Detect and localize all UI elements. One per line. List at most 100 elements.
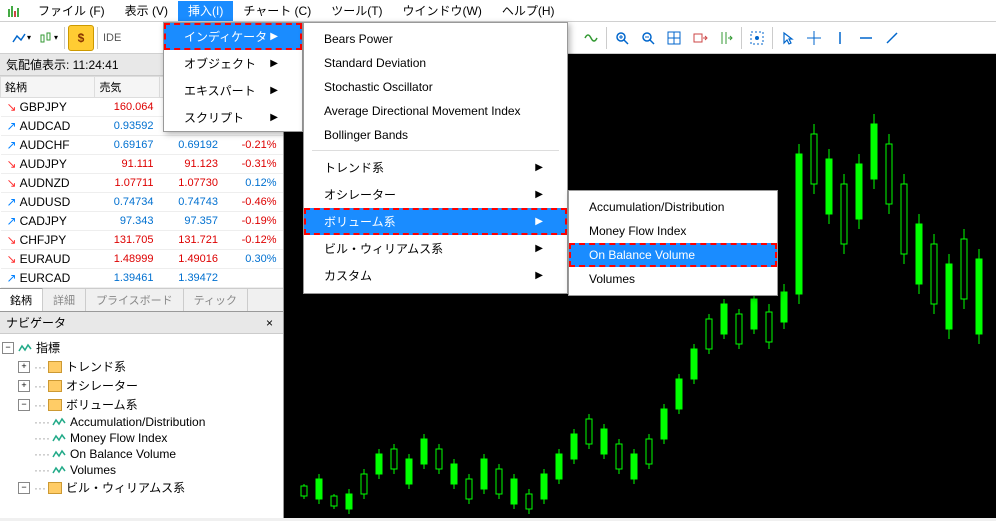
zoom-in-icon[interactable] <box>609 25 635 51</box>
chevron-right-icon: ▶ <box>535 162 543 173</box>
tree-leaf[interactable]: ····Money Flow Index <box>2 430 281 446</box>
folder-icon <box>48 482 62 494</box>
menu-item[interactable]: Bollinger Bands <box>304 123 567 147</box>
menu-2[interactable]: 挿入(I) <box>178 1 233 21</box>
grid-icon[interactable] <box>661 25 687 51</box>
chevron-right-icon: ▶ <box>270 58 278 69</box>
ide-button[interactable]: IDE <box>101 32 123 44</box>
navigator-tree: −指標+···トレンド系+···オシレーター−···ボリューム系····Accu… <box>0 334 283 518</box>
tree-root[interactable]: −指標 <box>2 338 281 357</box>
indicator-icon <box>52 449 66 459</box>
insert-menu: インディケータ▶オブジェクト▶エキスパート▶スクリプト▶ <box>163 22 303 132</box>
menu-6[interactable]: ヘルプ(H) <box>492 1 565 21</box>
tree-folder[interactable]: −···ボリューム系 <box>2 395 281 414</box>
menu-item[interactable]: Stochastic Oscillator <box>304 75 567 99</box>
menu-item[interactable]: カスタム▶ <box>304 262 567 289</box>
column-header[interactable]: 売気 <box>95 77 160 98</box>
indicator-icon <box>52 465 66 475</box>
collapse-icon[interactable]: − <box>18 399 30 411</box>
folder-icon <box>48 399 62 411</box>
menu-item[interactable]: Average Directional Movement Index <box>304 99 567 123</box>
cursor-icon[interactable] <box>775 25 801 51</box>
menu-item[interactable]: Volumes <box>569 267 777 291</box>
indicator-icon <box>52 433 66 443</box>
menu-1[interactable]: 表示 (V) <box>115 1 178 21</box>
shift-icon[interactable] <box>687 25 713 51</box>
menu-0[interactable]: ファイル (F) <box>28 1 115 21</box>
indicator-icon <box>52 417 66 427</box>
navigator-header: ナビゲータ × <box>0 312 283 334</box>
chart-line-icon[interactable]: ▾ <box>8 25 34 51</box>
hline-icon[interactable] <box>853 25 879 51</box>
menu-item[interactable]: オシレーター▶ <box>304 181 567 208</box>
table-row[interactable]: ↗ AUDUSD0.747340.74743-0.46% <box>1 193 283 212</box>
crosshair-icon[interactable] <box>801 25 827 51</box>
expand-icon[interactable]: + <box>18 361 30 373</box>
arrow-down-icon: ↘ <box>7 100 17 114</box>
tree-leaf[interactable]: ····On Balance Volume <box>2 446 281 462</box>
object-select-icon[interactable] <box>744 25 770 51</box>
tree-folder[interactable]: −···ビル・ウィリアムス系 <box>2 478 281 497</box>
tab[interactable]: 銘柄 <box>0 288 43 311</box>
vline-icon[interactable] <box>827 25 853 51</box>
quotes-title: 気配値表示: 11:24:41 <box>6 56 119 73</box>
tree-leaf[interactable]: ····Accumulation/Distribution <box>2 414 281 430</box>
expand-icon[interactable]: + <box>18 380 30 392</box>
table-row[interactable]: ↗ AUDCHF0.691670.69192-0.21% <box>1 136 283 155</box>
tree-folder[interactable]: +···オシレーター <box>2 376 281 395</box>
menu-item[interactable]: Accumulation/Distribution <box>569 195 777 219</box>
collapse-icon[interactable]: − <box>2 342 14 354</box>
app-icon <box>6 3 22 19</box>
volume-submenu: Accumulation/DistributionMoney Flow Inde… <box>568 190 778 296</box>
menubar: ファイル (F)表示 (V)挿入(I)チャート (C)ツール(T)ウインドウ(W… <box>0 0 996 22</box>
trendline-icon[interactable] <box>879 25 905 51</box>
folder-icon <box>48 361 62 373</box>
arrow-down-icon: ↘ <box>7 157 17 171</box>
navigator-title: ナビゲータ <box>6 314 66 331</box>
indicator-submenu: Bears PowerStandard DeviationStochastic … <box>303 22 568 294</box>
tab[interactable]: ティック <box>184 289 248 311</box>
chevron-right-icon: ▶ <box>535 270 543 281</box>
column-header[interactable]: 銘柄 <box>1 77 95 98</box>
menu-item[interactable]: トレンド系▶ <box>304 154 567 181</box>
table-row[interactable]: ↗ CADJPY97.34397.357-0.19% <box>1 212 283 231</box>
menu-item[interactable]: Bears Power <box>304 27 567 51</box>
dollar-icon[interactable]: $ <box>68 25 94 51</box>
tab[interactable]: 詳細 <box>43 289 86 311</box>
chevron-right-icon: ▶ <box>270 31 278 42</box>
table-row[interactable]: ↗ EURCAD1.394611.39472 <box>1 269 283 288</box>
table-row[interactable]: ↘ AUDNZD1.077111.077300.12% <box>1 174 283 193</box>
close-icon[interactable]: × <box>262 316 277 330</box>
arrow-up-icon: ↗ <box>7 195 17 209</box>
menu-3[interactable]: チャート (C) <box>233 1 321 21</box>
tree-folder[interactable]: +···トレンド系 <box>2 357 281 376</box>
menu-item[interactable]: ボリューム系▶ <box>304 208 567 235</box>
arrow-down-icon: ↘ <box>7 252 17 266</box>
tree-leaf[interactable]: ····Volumes <box>2 462 281 478</box>
folder-icon <box>48 380 62 392</box>
menu-item[interactable]: Standard Deviation <box>304 51 567 75</box>
menu-item[interactable]: スクリプト▶ <box>164 104 302 131</box>
menu-item[interactable]: オブジェクト▶ <box>164 50 302 77</box>
tab[interactable]: プライスボード <box>86 289 184 311</box>
wave-icon[interactable] <box>578 25 604 51</box>
menu-5[interactable]: ウインドウ(W) <box>393 1 492 21</box>
menu-4[interactable]: ツール(T) <box>321 1 392 21</box>
table-row[interactable]: ↘ AUDJPY91.11191.123-0.31% <box>1 155 283 174</box>
indicator-icon <box>18 343 32 353</box>
autoscroll-icon[interactable] <box>713 25 739 51</box>
table-row[interactable]: ↘ EURAUD1.489991.490160.30% <box>1 250 283 269</box>
chevron-right-icon: ▶ <box>270 112 278 123</box>
collapse-icon[interactable]: − <box>18 482 30 494</box>
arrow-up-icon: ↗ <box>7 119 17 133</box>
arrow-down-icon: ↘ <box>7 233 17 247</box>
menu-item[interactable]: インディケータ▶ <box>164 23 302 50</box>
zoom-out-icon[interactable] <box>635 25 661 51</box>
menu-item[interactable]: On Balance Volume <box>569 243 777 267</box>
chart-candle-icon[interactable]: ▾ <box>35 25 61 51</box>
arrow-down-icon: ↘ <box>7 176 17 190</box>
menu-item[interactable]: Money Flow Index <box>569 219 777 243</box>
menu-item[interactable]: エキスパート▶ <box>164 77 302 104</box>
table-row[interactable]: ↘ CHFJPY131.705131.721-0.12% <box>1 231 283 250</box>
menu-item[interactable]: ビル・ウィリアムス系▶ <box>304 235 567 262</box>
